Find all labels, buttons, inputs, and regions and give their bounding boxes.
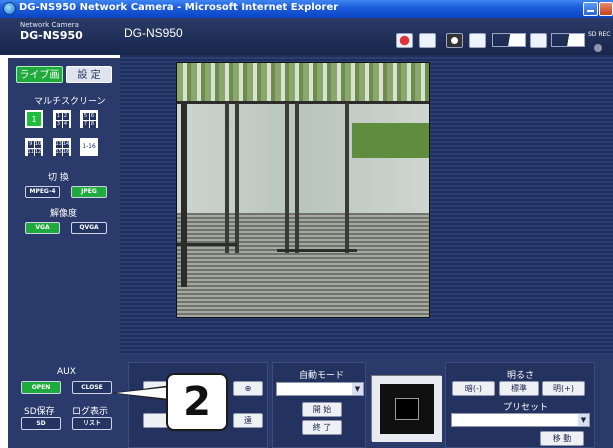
window-titlebar: DG-NS950 Network Camera - Microsoft Inte… — [0, 0, 613, 18]
door-handle-bar — [177, 243, 237, 246]
jpeg-button[interactable]: JPEG — [71, 186, 107, 198]
door-left-frame — [181, 103, 187, 287]
pan-right-edge[interactable] — [434, 376, 442, 442]
door-post — [345, 103, 349, 253]
zoom-in-icon: ⊕ — [244, 384, 252, 393]
record-icon[interactable] — [419, 33, 436, 48]
switch-label: 切 換 — [48, 173, 69, 183]
aux-open-button[interactable]: OPEN — [21, 381, 61, 394]
log-list-button[interactable]: リスト — [72, 417, 112, 430]
door-post — [295, 103, 299, 253]
auto-mode-label: 自動モード — [299, 371, 345, 381]
quad-cell: 12 — [34, 148, 42, 156]
quad-cell: 10 — [34, 140, 42, 148]
tab-settings[interactable]: 設 定 — [66, 66, 112, 83]
quad-screen-13-16-button[interactable]: 13 14 15 16 — [53, 138, 71, 156]
tilt-up-edge[interactable] — [372, 376, 442, 384]
brand-label: Network Camera — [20, 21, 79, 29]
quad-screen-5-8-button[interactable]: 5 6 7 8 — [80, 110, 98, 128]
glass-wall — [177, 103, 429, 213]
callout-number: 2 — [166, 373, 228, 431]
log-display-label: ログ表示 — [72, 407, 109, 417]
model-title: DG-NS950 — [124, 26, 183, 40]
preset-label: プリセット — [503, 403, 549, 413]
sixteen-screen-button[interactable]: 1-16 — [80, 138, 98, 156]
quad-cell: 2 — [62, 112, 69, 120]
brightness-dark-button[interactable]: 暗(-) — [452, 381, 495, 396]
quad-cell: 14 — [62, 140, 70, 148]
tilt-down-edge[interactable] — [372, 434, 442, 442]
zoom-in-button[interactable]: ⊕ — [233, 381, 263, 396]
alarm-icon[interactable] — [396, 33, 413, 48]
pan-tilt-control-pad[interactable] — [371, 375, 442, 442]
mic-mute-icon[interactable] — [530, 33, 547, 48]
volume-slider[interactable] — [492, 33, 526, 47]
quad-cell: 13 — [55, 140, 62, 148]
brightness-bright-button[interactable]: 明(+) — [542, 381, 585, 396]
chevron-down-icon: ▼ — [352, 383, 363, 395]
quad-cell: 3 — [55, 120, 62, 128]
multiscreen-label: マルチスクリーン — [34, 97, 106, 107]
quad-cell: 6 — [89, 112, 96, 120]
camera-live-image[interactable] — [176, 62, 430, 318]
auto-mode-end-button[interactable]: 終 了 — [302, 420, 342, 435]
sd-rec-indicator — [594, 44, 602, 52]
callout-pointer-inner — [116, 387, 170, 399]
quad-cell: 16 — [62, 148, 70, 156]
bush — [352, 123, 429, 158]
qvga-button[interactable]: QVGA — [71, 222, 107, 234]
auto-mode-start-button[interactable]: 開 始 — [302, 402, 342, 417]
quad-screen-9-12-button[interactable]: 9 10 11 12 — [25, 138, 43, 156]
brightness-standard-button[interactable]: 標準 — [499, 381, 539, 396]
single-screen-button[interactable]: 1 — [25, 110, 43, 128]
pan-left-edge[interactable] — [372, 376, 380, 442]
model-label: DG-NS950 — [20, 29, 83, 42]
quad-cell: 11 — [27, 148, 34, 156]
minimize-button[interactable] — [583, 2, 598, 16]
sd-button[interactable]: SD — [21, 417, 61, 430]
door-post — [225, 103, 229, 253]
quad-cell: 9 — [27, 140, 34, 148]
focus-far-button[interactable]: 遠 — [233, 413, 263, 428]
quad-cell: 15 — [55, 148, 62, 156]
mic-volume-slider[interactable] — [551, 33, 585, 47]
quad-cell: 1 — [55, 112, 62, 120]
aux-close-button[interactable]: CLOSE — [72, 381, 112, 394]
snapshot-icon[interactable] — [446, 33, 463, 48]
door-post — [235, 103, 239, 253]
quad-cell: 4 — [62, 120, 69, 128]
sd-save-label: SD保存 — [24, 407, 55, 417]
floor — [177, 213, 429, 317]
close-button[interactable] — [599, 2, 613, 16]
resolution-label: 解像度 — [50, 209, 78, 219]
vga-button[interactable]: VGA — [25, 222, 60, 234]
sd-rec-label: SD REC — [588, 31, 611, 38]
home-position-button[interactable] — [395, 398, 419, 420]
door-post — [285, 103, 289, 253]
door-handle-bar — [277, 249, 357, 252]
window-title: DG-NS950 Network Camera - Microsoft Inte… — [19, 2, 339, 13]
preset-select[interactable]: ▼ — [451, 413, 590, 427]
aux-label: AUX — [57, 367, 76, 377]
hedge-top — [177, 63, 429, 103]
mpeg4-button[interactable]: MPEG-4 — [25, 186, 60, 198]
quad-cell: 8 — [89, 120, 96, 128]
tab-live[interactable]: ライブ画 — [16, 66, 63, 83]
chevron-down-icon: ▼ — [578, 414, 589, 426]
brightness-label: 明るさ — [507, 371, 535, 381]
ie-logo-icon — [3, 2, 16, 15]
quad-cell: 5 — [82, 112, 89, 120]
speaker-icon[interactable] — [469, 33, 486, 48]
auto-mode-select[interactable]: ▼ — [276, 382, 364, 396]
door-top-frame — [177, 101, 429, 104]
preset-move-button[interactable]: 移 動 — [540, 431, 584, 446]
quad-screen-1-4-button[interactable]: 1 2 3 4 — [53, 110, 71, 128]
quad-cell: 7 — [82, 120, 89, 128]
